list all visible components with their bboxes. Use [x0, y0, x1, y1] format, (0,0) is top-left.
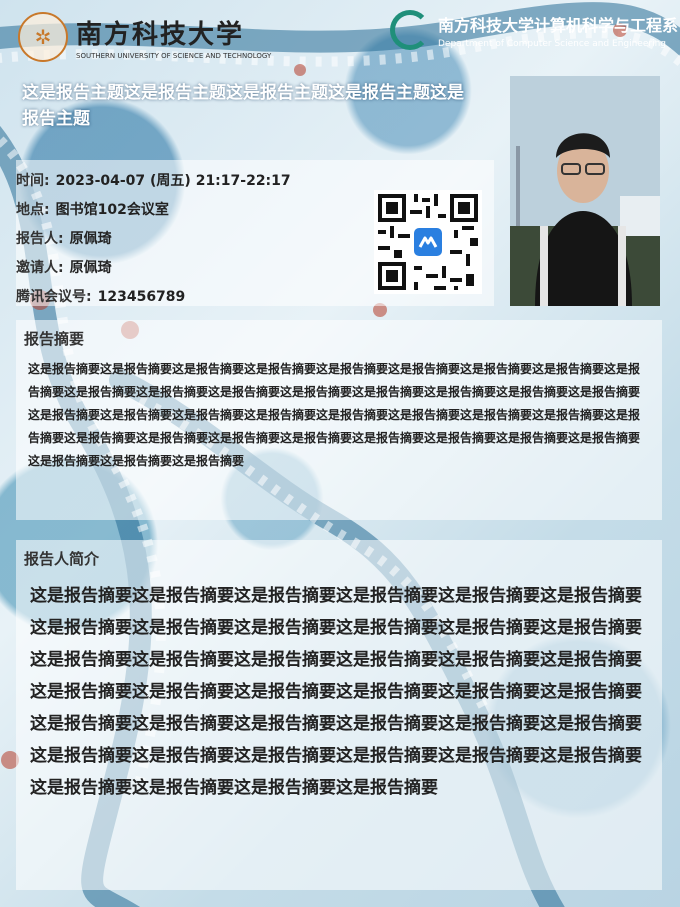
location-value: 图书馆102会议室	[55, 202, 169, 218]
department-name: 南方科技大学计算机科学与工程系	[438, 15, 679, 35]
bio-text: 这是报告摘要这是报告摘要这是报告摘要这是报告摘要这是报告摘要这是报告摘要这是报告…	[30, 586, 642, 798]
university-name: 南方科技大学	[76, 20, 245, 50]
abstract-text: 这是报告摘要这是报告摘要这是报告摘要这是报告摘要这是报告摘要这是报告摘要这是报告…	[28, 362, 641, 468]
department-name-en: Department of Computer Science and Engin…	[438, 38, 667, 49]
university-name-en: SOUTHERN UNIVERSITY OF SCIENCE AND TECHN…	[76, 52, 272, 60]
department-logo: 南方科技大学计算机科学与工程系 Department of Computer S…	[390, 10, 678, 50]
speaker-photo	[510, 76, 660, 306]
inviter-value: 原佩琦	[69, 260, 112, 276]
talk-title: 这是报告主题这是报告主题这是报告主题这是报告主题这是报告主题	[22, 83, 464, 129]
time-value: 2023-04-07 (周五) 21:17-22:17	[55, 173, 291, 189]
location-row: 地点: 图书馆102会议室	[16, 199, 169, 219]
location-label: 地点:	[16, 202, 50, 218]
bio-section: 报告人简介 这是报告摘要这是报告摘要这是报告摘要这是报告摘要这是报告摘要这是报告…	[16, 540, 662, 890]
department-mark-icon	[390, 10, 430, 50]
time-label: 时间:	[16, 173, 50, 189]
meeting-label: 腾讯会议号:	[16, 289, 92, 305]
speaker-row: 报告人: 原佩琦	[16, 228, 112, 248]
university-logo: ✲ 南方科技大学 SOUTHERN UNIVERSITY OF SCIENCE …	[18, 12, 271, 62]
abstract-section: 报告摘要 这是报告摘要这是报告摘要这是报告摘要这是报告摘要这是报告摘要这是报告摘…	[16, 320, 662, 520]
meeting-row: 腾讯会议号: 123456789	[16, 286, 185, 306]
inviter-label: 邀请人:	[16, 260, 64, 276]
tencent-meeting-icon	[414, 228, 442, 256]
inviter-row: 邀请人: 原佩琦	[16, 257, 112, 277]
bio-heading: 报告人简介	[24, 550, 100, 568]
abstract-heading: 报告摘要	[24, 330, 85, 348]
meeting-value: 123456789	[97, 289, 186, 305]
speaker-label: 报告人:	[16, 231, 64, 247]
university-seal-icon: ✲	[18, 12, 68, 62]
meeting-qr-code[interactable]	[374, 190, 482, 294]
speaker-value: 原佩琦	[69, 231, 112, 247]
time-row: 时间: 2023-04-07 (周五) 21:17-22:17	[16, 170, 291, 190]
